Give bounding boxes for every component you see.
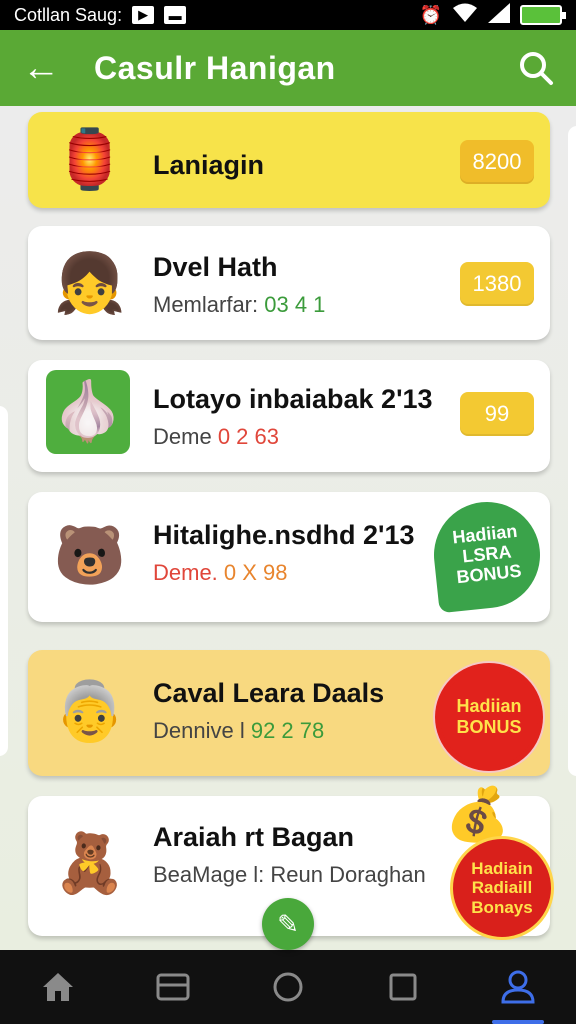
item-subtitle: Dennive l 92 2 78 (153, 718, 325, 743)
item-name: Laniagin (153, 150, 265, 180)
carrier-label: Cotllan Saug: (14, 4, 123, 25)
value-pill[interactable]: 1380 (460, 262, 534, 306)
list-item[interactable]: 👧 Dvel Hath Memlarfar: 03 4 1 1380 (28, 226, 550, 340)
edge-shadow-right (568, 126, 576, 776)
bonus-badge[interactable]: Hadiian LSRA BONUS (428, 496, 546, 614)
item-name: Araiah rt Bagan (153, 822, 355, 852)
item-name: Lotayo inbaiabak 2'13 (153, 384, 433, 414)
edit-fab-button[interactable]: ✎ (262, 898, 314, 950)
item-subtitle: Deme 0 2 63 (153, 424, 279, 449)
bottom-nav (0, 950, 576, 1024)
nav-circle[interactable] (258, 957, 318, 1017)
lantern-icon: 🏮 (53, 127, 127, 192)
search-icon[interactable] (518, 50, 554, 86)
item-subtitle: Memlarfar: 03 4 1 (153, 292, 326, 317)
app-bar: ← Casulr Hanigan (0, 30, 576, 106)
item-subtitle: BeaMage l: Reun Doraghan (153, 862, 426, 887)
item-list: 🏮 Laniagin 8200 👧 Dvel Hath Memlarfar: 0… (0, 106, 576, 950)
list-item[interactable]: 🧄 Lotayo inbaiabak 2'13 Deme 0 2 63 99 (28, 360, 550, 472)
play-icon: ▶ (132, 6, 155, 24)
circle-icon (273, 972, 303, 1002)
teddy-bear-icon: 🧸 (53, 831, 127, 896)
item-name: Dvel Hath (153, 252, 278, 282)
battery-icon (520, 5, 566, 25)
status-bar: Cotllan Saug: ▶ ▬ ⏰ (0, 0, 576, 30)
wifi-icon (452, 3, 478, 28)
value-pill[interactable]: 99 (460, 392, 534, 436)
bonus-badge[interactable]: Hadiian BONUS (440, 668, 538, 766)
list-item[interactable]: 🏮 Laniagin 8200 (28, 112, 550, 208)
home-icon (42, 973, 73, 1001)
bonus-badge[interactable]: Hadiain Radiaill Bonays (450, 836, 554, 940)
garlic-icon: 🧄 (46, 370, 130, 454)
profile-icon (501, 970, 535, 1004)
alarm-icon: ⏰ (419, 4, 442, 25)
grandma-icon: 👵 (53, 679, 127, 744)
recent-icon (156, 973, 190, 1001)
nav-profile[interactable] (488, 957, 548, 1024)
square-icon (389, 973, 417, 1001)
nav-recent[interactable] (143, 957, 203, 1017)
page-title: Casulr Hanigan (94, 49, 336, 86)
list-item[interactable]: 👵 Caval Leara Daals Dennive l 92 2 78 Ha… (28, 650, 550, 776)
item-name: Hitalighe.nsdhd 2'13 (153, 520, 415, 550)
item-subtitle: Deme. 0 X 98 (153, 560, 288, 585)
value-pill[interactable]: 8200 (460, 140, 534, 184)
nav-home[interactable] (28, 957, 88, 1017)
edge-shadow-left (0, 406, 8, 756)
message-icon: ▬ (164, 6, 187, 24)
nav-square[interactable] (373, 957, 433, 1017)
signal-icon (488, 2, 510, 28)
item-name: Caval Leara Daals (153, 678, 385, 708)
list-item[interactable]: 🐻 Hitalighe.nsdhd 2'13 Deme. 0 X 98 Hadi… (28, 492, 550, 622)
girl-avatar-icon: 👧 (53, 251, 127, 316)
explorer-bear-icon: 🐻 (53, 523, 127, 588)
back-arrow-icon[interactable]: ← (22, 49, 68, 87)
